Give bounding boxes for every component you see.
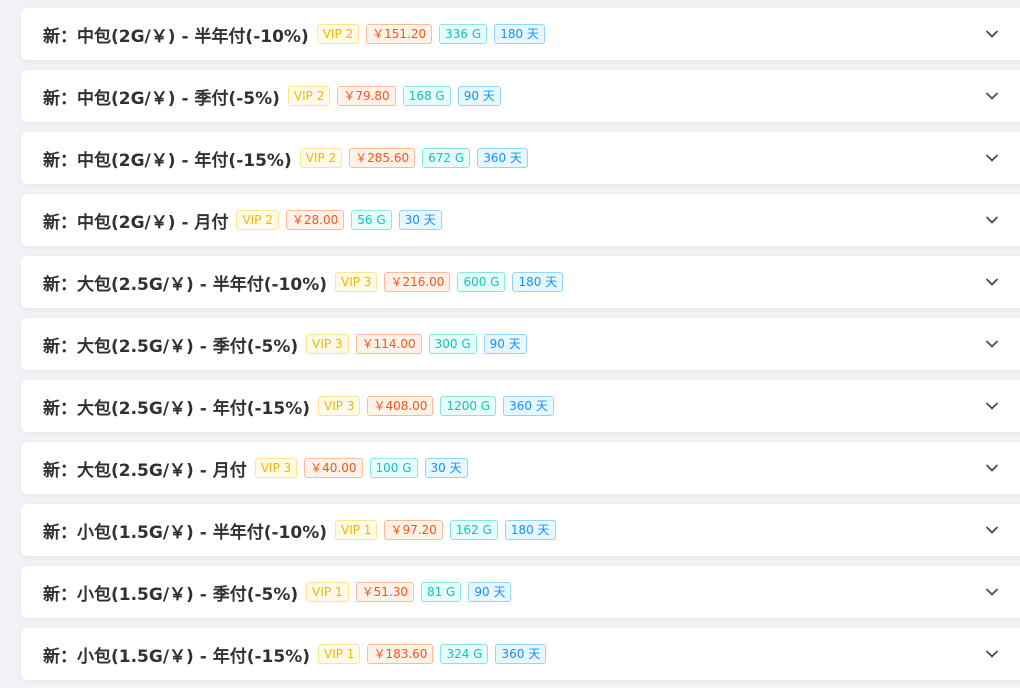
plan-title: 新：中包(2G/￥) - 季付(-5%) (43, 88, 280, 109)
plan-card[interactable]: 新：中包(2G/￥) - 半年付(-10%) VIP 2 ￥151.20 336… (21, 8, 1020, 60)
plan-title: 新：大包(2.5G/￥) - 月付 (43, 460, 247, 481)
vip-level-tag: VIP 3 (318, 396, 361, 416)
data-allowance-tag: 600 G (457, 272, 506, 292)
duration-tag: 180 天 (504, 520, 556, 540)
price-tag: ￥285.60 (349, 148, 416, 168)
chevron-down-icon[interactable] (984, 584, 1000, 600)
plan-card[interactable]: 新：中包(2G/￥) - 年付(-15%) VIP 2 ￥285.60 672 … (21, 132, 1020, 184)
chevron-down-icon[interactable] (984, 26, 1000, 42)
chevron-down-icon[interactable] (984, 336, 1000, 352)
price-tag: ￥216.00 (384, 272, 451, 292)
plan-card[interactable]: 新：大包(2.5G/￥) - 年付(-15%) VIP 3 ￥408.00 12… (21, 380, 1020, 432)
chevron-down-icon[interactable] (984, 274, 1000, 290)
duration-tag: 30 天 (398, 210, 442, 230)
data-allowance-tag: 81 G (420, 582, 462, 602)
duration-tag: 360 天 (495, 644, 547, 664)
price-tag: ￥28.00 (285, 210, 345, 230)
price-tag: ￥114.00 (355, 334, 422, 354)
plan-card[interactable]: 新：大包(2.5G/￥) - 月付 VIP 3 ￥40.00 100 G 30 … (21, 442, 1020, 494)
plan-title: 新：中包(2G/￥) - 年付(-15%) (43, 150, 292, 171)
data-allowance-tag: 168 G (402, 86, 451, 106)
chevron-down-icon[interactable] (984, 212, 1000, 228)
vip-level-tag: VIP 1 (306, 582, 349, 602)
data-allowance-tag: 56 G (351, 210, 392, 230)
data-allowance-tag: 1200 G (440, 396, 497, 416)
data-allowance-tag: 300 G (428, 334, 477, 354)
duration-tag: 180 天 (512, 272, 564, 292)
vip-level-tag: VIP 2 (316, 24, 360, 44)
plan-title: 新：小包(1.5G/￥) - 季付(-5%) (43, 584, 299, 605)
plan-card[interactable]: 新：中包(2G/￥) - 月付 VIP 2 ￥28.00 56 G 30 天 (21, 194, 1020, 246)
plan-card[interactable]: 新：小包(1.5G/￥) - 季付(-5%) VIP 1 ￥51.30 81 G… (21, 566, 1020, 618)
data-allowance-tag: 100 G (369, 458, 418, 478)
price-tag: ￥408.00 (367, 396, 434, 416)
plan-title: 新：中包(2G/￥) - 月付 (43, 212, 229, 233)
plan-title: 新：小包(1.5G/￥) - 半年付(-10%) (43, 522, 327, 543)
price-tag: ￥51.30 (355, 582, 414, 602)
price-tag: ￥151.20 (366, 24, 433, 44)
chevron-down-icon[interactable] (984, 150, 1000, 166)
chevron-down-icon[interactable] (984, 646, 1000, 662)
plan-card[interactable]: 新：大包(2.5G/￥) - 半年付(-10%) VIP 3 ￥216.00 6… (21, 256, 1020, 308)
vip-level-tag: VIP 3 (335, 272, 378, 292)
duration-tag: 30 天 (424, 458, 468, 478)
data-allowance-tag: 336 G (439, 24, 488, 44)
plan-card[interactable]: 新：小包(1.5G/￥) - 年付(-15%) VIP 1 ￥183.60 32… (21, 628, 1020, 680)
price-tag: ￥183.60 (367, 644, 434, 664)
vip-level-tag: VIP 2 (236, 210, 279, 230)
plan-title: 新：大包(2.5G/￥) - 半年付(-10%) (43, 274, 327, 295)
data-allowance-tag: 672 G (422, 148, 471, 168)
duration-tag: 360 天 (503, 396, 554, 416)
chevron-down-icon[interactable] (984, 398, 1000, 414)
plan-title: 新：大包(2.5G/￥) - 年付(-15%) (43, 398, 310, 419)
data-allowance-tag: 162 G (449, 520, 498, 540)
vip-level-tag: VIP 1 (318, 644, 361, 664)
chevron-down-icon[interactable] (984, 460, 1000, 476)
vip-level-tag: VIP 3 (306, 334, 349, 354)
data-allowance-tag: 324 G (440, 644, 489, 664)
vip-level-tag: VIP 2 (287, 86, 331, 106)
chevron-down-icon[interactable] (984, 522, 1000, 538)
vip-level-tag: VIP 2 (299, 148, 343, 168)
plan-list: 新：中包(2G/￥) - 半年付(-10%) VIP 2 ￥151.20 336… (0, 0, 1020, 688)
price-tag: ￥79.80 (337, 86, 396, 106)
vip-level-tag: VIP 3 (254, 458, 298, 478)
plan-title: 新：小包(1.5G/￥) - 年付(-15%) (43, 646, 310, 667)
vip-level-tag: VIP 1 (335, 520, 378, 540)
plan-title: 新：中包(2G/￥) - 半年付(-10%) (43, 26, 309, 47)
duration-tag: 90 天 (457, 86, 501, 106)
duration-tag: 360 天 (477, 148, 528, 168)
plan-title: 新：大包(2.5G/￥) - 季付(-5%) (43, 336, 299, 357)
plan-card[interactable]: 新：大包(2.5G/￥) - 季付(-5%) VIP 3 ￥114.00 300… (21, 318, 1020, 370)
duration-tag: 90 天 (483, 334, 527, 354)
chevron-down-icon[interactable] (984, 88, 1000, 104)
price-tag: ￥40.00 (304, 458, 363, 478)
plan-card[interactable]: 新：中包(2G/￥) - 季付(-5%) VIP 2 ￥79.80 168 G … (21, 70, 1020, 122)
duration-tag: 90 天 (468, 582, 512, 602)
duration-tag: 180 天 (494, 24, 545, 44)
plan-card[interactable]: 新：小包(1.5G/￥) - 半年付(-10%) VIP 1 ￥97.20 16… (21, 504, 1020, 556)
price-tag: ￥97.20 (384, 520, 443, 540)
